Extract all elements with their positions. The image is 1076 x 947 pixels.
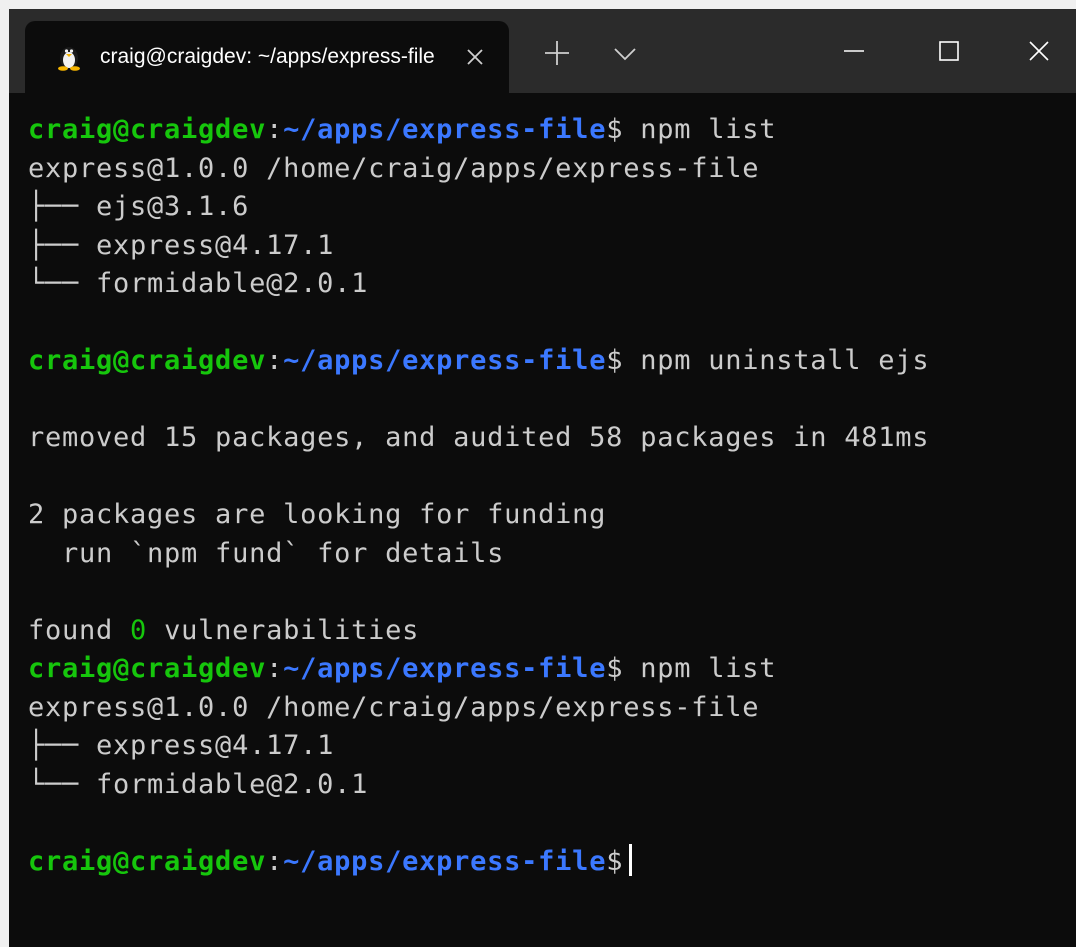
prompt-line: craig@craigdev:~/apps/express-file$ npm … [28,111,1076,150]
terminal-window: craig@craigdev: ~/apps/express-file crai… [9,9,1076,947]
output-line: └── formidable@2.0.1 [28,268,369,299]
prompt-symbol: $ [606,114,624,145]
prompt-user-host: craig@craigdev [28,845,267,877]
prompt-user-host: craig@craigdev [28,114,267,145]
output-line: 2 packages are looking for funding [28,499,607,530]
close-window-icon[interactable] [1004,23,1074,79]
tab-terminal[interactable]: craig@craigdev: ~/apps/express-file [25,21,509,93]
output-line: removed 15 packages, and audited 58 pack… [28,422,930,453]
output-line: ├── ejs@3.1.6 [28,191,250,222]
prompt-user-host: craig@craigdev [28,345,267,376]
output-line: express@1.0.0 /home/craig/apps/express-f… [28,691,760,723]
prompt-line: craig@craigdev:~/apps/express-file$ npm … [28,650,1076,689]
terminal-output[interactable]: craig@craigdev:~/apps/express-file$ npm … [9,93,1076,947]
prompt-separator: : [266,114,284,145]
chevron-down-icon[interactable] [607,35,643,71]
prompt-separator: : [266,845,284,877]
prompt-path: ~/apps/express-file [283,114,607,145]
tab-title: craig@craigdev: ~/apps/express-file [100,45,435,68]
prompt-separator: : [266,653,284,684]
prompt-line: craig@craigdev:~/apps/express-file$ npm … [28,342,1076,381]
title-bar: craig@craigdev: ~/apps/express-file [9,9,1076,93]
linux-tux-icon [58,47,80,71]
output-line: run `npm fund` for details [28,537,505,569]
prompt-path: ~/apps/express-file [283,653,607,684]
command-text: npm list [640,114,777,145]
text-cursor [629,843,633,876]
output-line: ├── express@4.17.1 [28,730,335,761]
vuln-prefix: found [28,614,131,646]
new-tab-icon[interactable] [539,35,575,71]
minimize-icon[interactable] [819,23,889,79]
output-line: found 0 vulnerabilities [28,612,1076,651]
vuln-count: 0 [130,614,148,646]
command-text: npm list [640,653,777,684]
prompt-symbol: $ [606,345,624,376]
prompt-user-host: craig@craigdev [28,653,267,684]
prompt-line: craig@craigdev:~/apps/express-file$ [28,843,1076,882]
output-line: ├── express@4.17.1 [28,229,335,261]
prompt-symbol: $ [606,845,624,877]
output-line: express@1.0.0 /home/craig/apps/express-f… [28,152,760,184]
prompt-symbol: $ [606,653,624,684]
vuln-suffix: vulnerabilities [147,614,420,646]
prompt-path: ~/apps/express-file [283,845,607,877]
close-tab-icon[interactable] [461,43,489,71]
command-text: npm uninstall ejs [640,345,930,376]
maximize-icon[interactable] [914,23,984,79]
prompt-separator: : [266,345,284,376]
output-line: └── formidable@2.0.1 [28,768,369,800]
prompt-path: ~/apps/express-file [283,345,607,376]
